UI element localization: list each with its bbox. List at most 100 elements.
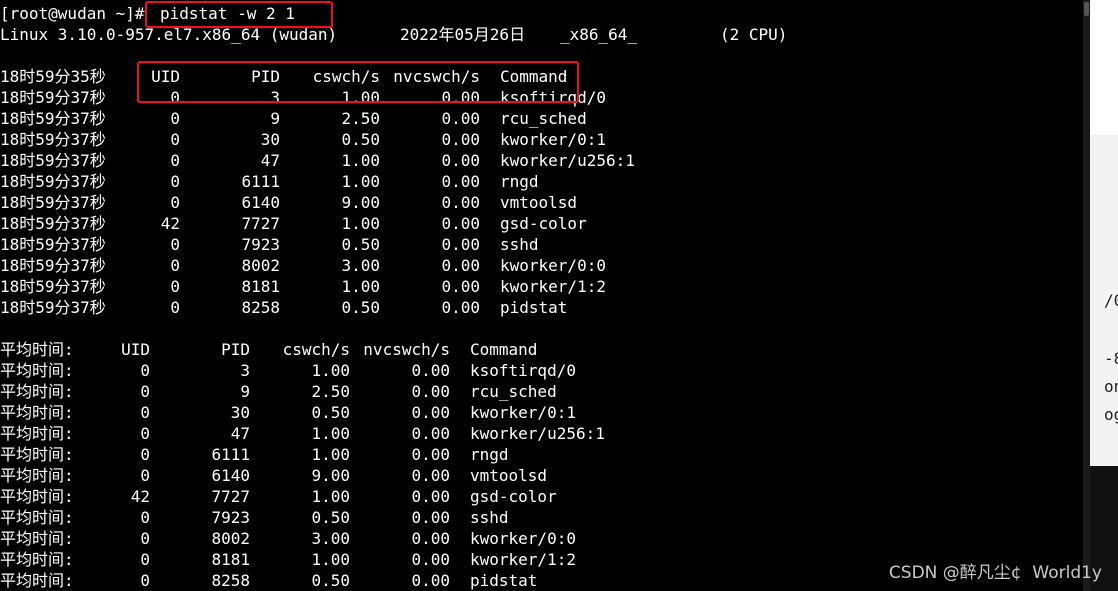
cell-cswch: 1.00 bbox=[311, 424, 350, 443]
cell-pid: 9 bbox=[270, 109, 280, 128]
cell-pid: 7727 bbox=[241, 214, 280, 233]
cell-time: 18时59分37秒 bbox=[0, 214, 106, 233]
header-uid: UID bbox=[121, 340, 150, 359]
cell-cswch: 0.50 bbox=[311, 571, 350, 590]
cell-nvcswch: 0.00 bbox=[411, 382, 450, 401]
system-info-line: Linux 3.10.0-957.el7.x86_64 (wudan) 2022… bbox=[0, 24, 787, 45]
cell-command: gsd-color bbox=[470, 487, 557, 506]
shell-prompt: [root@wudan ~]# bbox=[0, 4, 155, 23]
cell-uid: 0 bbox=[140, 445, 150, 464]
cell-uid: 42 bbox=[160, 214, 180, 233]
cell-cswch: 2.50 bbox=[341, 109, 380, 128]
cell-command: sshd bbox=[470, 508, 509, 527]
cell-nvcswch: 0.00 bbox=[411, 445, 450, 464]
cell-uid: 0 bbox=[140, 361, 150, 380]
cell-nvcswch: 0.00 bbox=[411, 508, 450, 527]
header-command: Command bbox=[470, 340, 538, 359]
cell-nvcswch: 0.00 bbox=[441, 235, 480, 254]
cell-cswch: 0.50 bbox=[341, 130, 380, 149]
cell-cswch: 3.00 bbox=[311, 529, 350, 548]
cell-nvcswch: 0.00 bbox=[441, 214, 480, 233]
cell-time: 平均时间: bbox=[0, 466, 74, 485]
cell-time: 18时59分37秒 bbox=[0, 151, 106, 170]
cell-pid: 30 bbox=[260, 130, 280, 149]
cell-pid: 8002 bbox=[211, 529, 250, 548]
cell-time: 18时59分37秒 bbox=[0, 88, 106, 107]
cell-command: vmtoolsd bbox=[500, 193, 578, 212]
cell-uid: 0 bbox=[140, 550, 150, 569]
cell-time: 18时59分37秒 bbox=[0, 277, 106, 296]
cell-uid: 0 bbox=[170, 235, 180, 254]
cell-command: rcu_sched bbox=[470, 382, 557, 401]
cell-time: 平均时间: bbox=[0, 487, 74, 506]
cell-cswch: 1.00 bbox=[341, 214, 380, 233]
cell-pid: 8258 bbox=[241, 298, 280, 317]
cell-command: sshd bbox=[500, 235, 539, 254]
cell-pid: 7923 bbox=[211, 508, 250, 527]
cell-uid: 0 bbox=[140, 382, 150, 401]
command-highlight-box bbox=[145, 1, 333, 28]
cell-command: rcu_sched bbox=[500, 109, 587, 128]
cell-command: kworker/0:1 bbox=[500, 130, 606, 149]
cell-nvcswch: 0.00 bbox=[411, 571, 450, 590]
cell-command: kworker/1:2 bbox=[500, 277, 606, 296]
cell-nvcswch: 0.00 bbox=[441, 109, 480, 128]
cell-command: vmtoolsd bbox=[470, 466, 548, 485]
cell-pid: 8181 bbox=[241, 277, 280, 296]
cell-cswch: 1.00 bbox=[341, 172, 380, 191]
cell-pid: 7727 bbox=[211, 487, 250, 506]
cell-pid: 6111 bbox=[211, 445, 250, 464]
header-time: 平均时间: bbox=[0, 340, 74, 359]
cpu-count: (2 CPU) bbox=[720, 25, 788, 44]
background-text-fragment: on bbox=[1104, 377, 1118, 396]
arch-info: _x86_64_ bbox=[560, 25, 638, 44]
cell-time: 平均时间: bbox=[0, 445, 74, 464]
cell-pid: 8002 bbox=[241, 256, 280, 275]
cell-cswch: 0.50 bbox=[341, 235, 380, 254]
command-line: [root@wudan ~]# pidstat -w 2 1 bbox=[0, 3, 295, 24]
cell-command: pidstat bbox=[470, 571, 538, 590]
cell-pid: 6140 bbox=[211, 466, 250, 485]
cell-time: 平均时间: bbox=[0, 424, 74, 443]
cell-nvcswch: 0.00 bbox=[441, 130, 480, 149]
header-cswch: cswch/s bbox=[282, 340, 350, 359]
cell-command: pidstat bbox=[500, 298, 568, 317]
cell-nvcswch: 0.00 bbox=[411, 361, 450, 380]
cell-pid: 6140 bbox=[241, 193, 280, 212]
cell-cswch: 1.00 bbox=[311, 445, 350, 464]
cell-pid: 8181 bbox=[211, 550, 250, 569]
scrollbar-thumb[interactable] bbox=[1084, 2, 1089, 16]
cell-uid: 42 bbox=[130, 487, 150, 506]
cell-uid: 0 bbox=[170, 277, 180, 296]
cell-command: ksoftirqd/0 bbox=[470, 361, 576, 380]
cell-pid: 9 bbox=[240, 382, 250, 401]
cell-command: rngd bbox=[470, 445, 509, 464]
background-text-fragment: /0 bbox=[1104, 291, 1118, 310]
cell-time: 平均时间: bbox=[0, 571, 74, 590]
cell-pid: 8258 bbox=[211, 571, 250, 590]
cell-command: kworker/0:1 bbox=[470, 403, 576, 422]
header-pid: PID bbox=[221, 340, 250, 359]
cell-cswch: 1.00 bbox=[311, 361, 350, 380]
cell-time: 平均时间: bbox=[0, 529, 74, 548]
terminal-window[interactable]: [root@wudan ~]# pidstat -w 2 1 Linux 3.1… bbox=[0, 0, 1083, 591]
cell-time: 18时59分37秒 bbox=[0, 172, 106, 191]
cell-cswch: 3.00 bbox=[341, 256, 380, 275]
header-time: 18时59分35秒 bbox=[0, 67, 106, 86]
watermark: CSDN @醉凡尘¢ World1y bbox=[888, 563, 1102, 583]
cell-nvcswch: 0.00 bbox=[441, 277, 480, 296]
cell-uid: 0 bbox=[170, 256, 180, 275]
header-nvcswch: nvcswch/s bbox=[363, 340, 450, 359]
cell-pid: 30 bbox=[230, 403, 250, 422]
cell-pid: 47 bbox=[260, 151, 280, 170]
cell-uid: 0 bbox=[140, 403, 150, 422]
cell-uid: 0 bbox=[140, 508, 150, 527]
cell-time: 18时59分37秒 bbox=[0, 130, 106, 149]
cell-nvcswch: 0.00 bbox=[411, 424, 450, 443]
cell-pid: 7923 bbox=[241, 235, 280, 254]
cell-cswch: 1.00 bbox=[311, 550, 350, 569]
cell-nvcswch: 0.00 bbox=[411, 529, 450, 548]
scrollbar[interactable] bbox=[1083, 0, 1090, 591]
cell-command: kworker/u256:1 bbox=[500, 151, 635, 170]
cell-time: 18时59分37秒 bbox=[0, 256, 106, 275]
